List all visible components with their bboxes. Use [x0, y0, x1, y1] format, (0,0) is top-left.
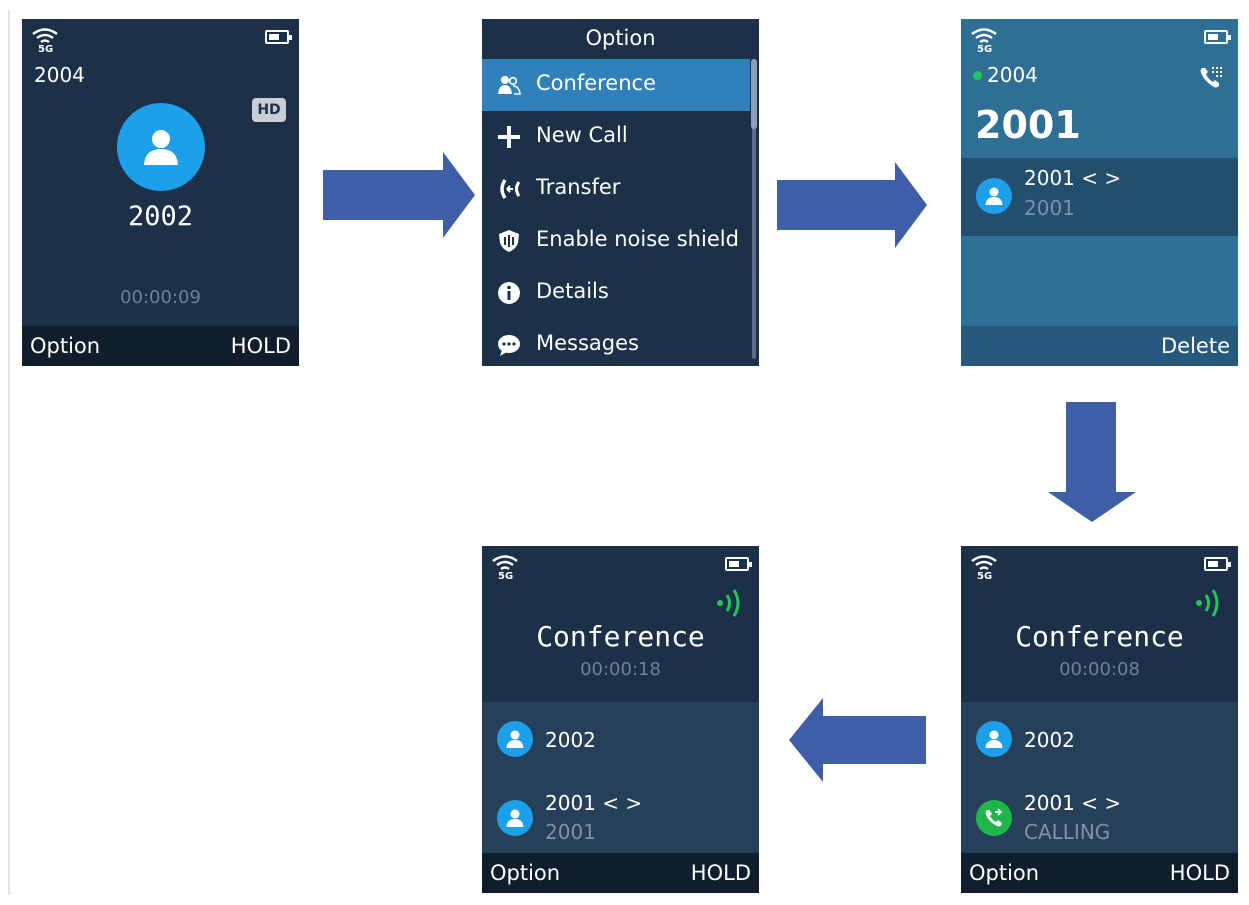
calling-status-badge	[976, 800, 1012, 836]
person-icon	[506, 809, 524, 827]
conference-title: Conference	[536, 620, 705, 653]
participant-row[interactable]: 2001 < > 2001	[482, 782, 759, 852]
status-bar: 5G	[22, 19, 299, 57]
menu-item-details[interactable]: Details	[482, 267, 750, 319]
flow-arrow-right	[777, 162, 927, 248]
battery-icon	[265, 30, 292, 44]
menu-item-label: New Call	[536, 123, 628, 147]
option-softkey[interactable]: Option	[30, 334, 100, 358]
menu-item-noise-shield[interactable]: Enable noise shield	[482, 215, 750, 267]
menu-title: Option	[585, 26, 656, 50]
person-icon	[506, 730, 524, 748]
svg-text:5G: 5G	[498, 571, 513, 580]
participant-number: 2002	[545, 728, 596, 752]
registered-indicator	[973, 71, 982, 80]
svg-text:5G: 5G	[977, 571, 992, 580]
left-rule	[8, 10, 10, 895]
menu-item-label: Details	[536, 279, 609, 303]
wifi-5g-icon: 5G	[971, 555, 997, 580]
wifi-5g-icon: 5G	[492, 555, 518, 580]
menu-scroll-thumb[interactable]	[751, 59, 757, 129]
contact-avatar	[976, 178, 1012, 214]
svg-text:5G: 5G	[977, 44, 992, 53]
participant-name: 2001 < >	[1024, 791, 1122, 815]
hd-badge: HD	[252, 98, 286, 122]
phone-calling-icon	[985, 808, 1003, 827]
option-menu-screen: Option Conference New Call Transfer Enab…	[482, 19, 759, 366]
softkey-bar: Option HOLD	[482, 853, 759, 893]
participant-avatar	[976, 721, 1012, 757]
battery-icon	[1204, 30, 1231, 44]
call-timer: 00:00:09	[120, 287, 201, 308]
person-icon	[985, 730, 1003, 748]
softkey-bar: Delete	[961, 326, 1238, 366]
participant-list: 2002 2001 < > 2001	[482, 702, 759, 854]
menu-item-label: Messages	[536, 331, 639, 355]
flow-arrow-down	[1048, 402, 1136, 522]
menu-item-messages[interactable]: Messages	[482, 319, 750, 366]
hold-softkey[interactable]: HOLD	[231, 334, 291, 358]
plus-icon	[498, 126, 520, 148]
status-bar: 5G	[482, 546, 759, 584]
participant-name: 2001 < >	[545, 791, 643, 815]
hold-softkey[interactable]: HOLD	[1170, 861, 1230, 885]
flow-arrow-left	[789, 698, 926, 782]
menu-item-label: Enable noise shield	[536, 227, 739, 251]
conference-screen-calling: 5G Conference 00:00:08 2002 2001 < > CAL…	[961, 546, 1238, 893]
remote-number: 2002	[127, 201, 194, 232]
participant-avatar	[497, 800, 533, 836]
participant-list: 2002 2001 < > CALLING	[961, 702, 1238, 854]
battery-icon	[1204, 557, 1231, 571]
menu-item-new-call[interactable]: New Call	[482, 111, 750, 163]
participant-row[interactable]: 2001 < > CALLING	[961, 782, 1238, 852]
flow-arrow-right	[323, 152, 475, 238]
menu-item-label: Conference	[536, 71, 657, 95]
conference-screen-established: 5G Conference 00:00:18 2002 2001 < > 200…	[482, 546, 759, 893]
audio-active-icon	[1196, 589, 1219, 617]
hold-softkey[interactable]: HOLD	[691, 861, 751, 885]
account-label: 2004	[987, 63, 1038, 87]
call-screen: 5G 2004 HD 2002 00:00:09 Option HOLD	[22, 19, 299, 366]
contact-suggestion[interactable]: 2001 < > 2001	[961, 158, 1238, 236]
dial-screen: 5G 2004 2001 2001 < > 2001 Delete	[961, 19, 1238, 366]
wifi-5g-icon: 5G	[971, 28, 997, 53]
dialed-number[interactable]: 2001	[975, 103, 1081, 147]
account-label: 2004	[34, 63, 85, 87]
contact-avatar	[117, 103, 205, 191]
transfer-icon	[500, 179, 521, 199]
conference-icon	[498, 76, 521, 95]
conference-timer: 00:00:08	[1059, 659, 1140, 680]
option-softkey[interactable]: Option	[969, 861, 1039, 885]
contact-name: 2001 < >	[1024, 166, 1122, 190]
participant-status: CALLING	[1024, 820, 1111, 844]
conference-timer: 00:00:18	[580, 659, 661, 680]
info-icon	[498, 282, 520, 304]
softkey-bar: Option HOLD	[961, 853, 1238, 893]
participant-number: 2002	[1024, 728, 1075, 752]
svg-text:5G: 5G	[38, 44, 53, 53]
wifi-5g-icon: 5G	[32, 28, 58, 53]
dialpad-phone-icon	[1200, 67, 1222, 88]
participant-row[interactable]: 2002	[961, 704, 1238, 774]
contact-number: 2001	[1024, 196, 1075, 220]
audio-active-icon	[717, 589, 740, 617]
status-bar: 5G	[961, 19, 1238, 57]
message-icon	[498, 335, 520, 356]
status-bar: 5G	[961, 546, 1238, 584]
conference-title: Conference	[1015, 620, 1184, 653]
person-icon	[985, 187, 1003, 205]
participant-number: 2001	[545, 820, 596, 844]
participant-row[interactable]: 2002	[482, 704, 759, 774]
battery-icon	[725, 557, 752, 571]
participant-avatar	[497, 721, 533, 757]
option-softkey[interactable]: Option	[490, 861, 560, 885]
person-icon	[144, 130, 178, 165]
menu-item-conference[interactable]: Conference	[482, 59, 750, 111]
delete-softkey[interactable]: Delete	[1161, 334, 1230, 358]
menu-item-label: Transfer	[536, 175, 621, 199]
noise-shield-icon	[499, 230, 519, 252]
menu-item-transfer[interactable]: Transfer	[482, 163, 750, 215]
softkey-bar: Option HOLD	[22, 326, 299, 366]
